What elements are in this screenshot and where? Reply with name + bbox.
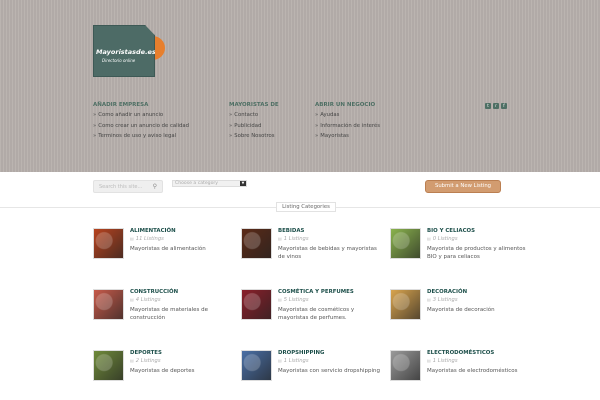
category-title[interactable]: DECORACIÓN xyxy=(427,289,467,295)
category-title[interactable]: COSMÉTICA Y PERFUMES xyxy=(278,289,354,295)
category-description: Mayoristas de alimentación xyxy=(130,246,206,252)
category-title[interactable]: DEPORTES xyxy=(130,350,162,356)
nav-link[interactable]: Como añadir un anuncio xyxy=(93,112,189,123)
category-thumbnail[interactable] xyxy=(93,289,124,320)
nav-link[interactable]: Como crear un anuncio de calidad xyxy=(93,123,189,134)
category-count: 1 Listings xyxy=(278,358,309,364)
nav-link[interactable]: Terminos de uso y aviso legal xyxy=(93,133,189,144)
category-thumbnail[interactable] xyxy=(390,228,421,259)
category-count: 3 Listings xyxy=(427,297,458,303)
category-title[interactable]: DROPSHIPPING xyxy=(278,350,324,356)
nav-link[interactable]: Publicidad xyxy=(229,123,279,134)
search-box: ⚲ xyxy=(93,180,163,193)
nav-heading: MAYORISTAS DE xyxy=(229,102,279,108)
section-title: Listing Categories xyxy=(276,202,336,212)
category-count: 11 Listings xyxy=(130,236,164,242)
category-description: Mayoristas de electrodomésticos xyxy=(427,368,518,374)
category-thumbnail[interactable] xyxy=(390,350,421,381)
category-title[interactable]: ELECTRODOMÉSTICOS xyxy=(427,350,494,356)
category-count: 5 Listings xyxy=(278,297,309,303)
nav-link[interactable]: Sobre Nosotros xyxy=(229,133,279,144)
logo-title: Mayoristasde.es xyxy=(96,48,156,56)
category-thumbnail[interactable] xyxy=(241,350,272,381)
logo-subtitle: Directorio online xyxy=(102,58,136,63)
category-title[interactable]: ALIMENTACIÓN xyxy=(130,228,176,234)
category-title[interactable]: BIO Y CELIACOS xyxy=(427,228,475,234)
rss-icon[interactable]: r xyxy=(493,103,499,109)
category-item[interactable]: CONSTRUCCIÓN 4 Listings Mayoristas de mate… xyxy=(93,289,233,339)
nav-heading: ABRIR UN NEGOCIO xyxy=(315,102,376,108)
category-description: Mayoristas de bebidas y mayoristas de vi… xyxy=(278,246,377,260)
submit-listing-button[interactable]: Submit a New Listing xyxy=(425,180,501,193)
category-item[interactable]: ELECTRODOMÉSTICOS 1 Listings Mayoristas de… xyxy=(390,350,530,400)
category-description: Mayorista de productos y alimentos BIO y… xyxy=(427,246,526,260)
nav-link[interactable]: Contacto xyxy=(229,112,279,123)
category-title[interactable]: BEBIDAS xyxy=(278,228,304,234)
category-item[interactable]: COSMÉTICA Y PERFUMES 5 Listings Mayoristas… xyxy=(241,289,381,339)
category-description: Mayoristas de cosméticos y mayoristas de… xyxy=(278,307,355,321)
category-item[interactable]: BEBIDAS 1 Listings Mayoristas de bebidas y… xyxy=(241,228,381,278)
category-title[interactable]: CONSTRUCCIÓN xyxy=(130,289,178,295)
category-description: Mayorista de decoración xyxy=(427,307,495,313)
category-item[interactable]: DECORACIÓN 3 Listings Mayorista de decorac… xyxy=(390,289,530,339)
nav-column-negocio: ABRIR UN NEGOCIO Ayudas Información de i… xyxy=(315,102,380,144)
category-thumbnail[interactable] xyxy=(390,289,421,320)
search-input[interactable] xyxy=(94,181,146,192)
thumbnail-image xyxy=(391,351,420,380)
category-item[interactable]: DROPSHIPPING 1 Listings Mayoristas con ser… xyxy=(241,350,381,400)
category-description: Mayoristas de deportes xyxy=(130,368,195,374)
category-count: 2 Listings xyxy=(130,358,161,364)
thumbnail-image xyxy=(94,351,123,380)
nav-link[interactable]: Información de interés xyxy=(315,123,380,134)
nav-column-anadir: AÑADIR EMPRESA Como añadir un anuncio Co… xyxy=(93,102,189,144)
category-count: 0 Listings xyxy=(427,236,458,242)
thumbnail-image xyxy=(391,290,420,319)
category-select[interactable]: Choose a category ▼ xyxy=(172,180,247,187)
nav-column-mayoristas: MAYORISTAS DE Contacto Publicidad Sobre … xyxy=(229,102,279,144)
chevron-down-icon: ▼ xyxy=(240,181,246,186)
category-thumbnail[interactable] xyxy=(241,289,272,320)
category-count: 1 Listings xyxy=(278,236,309,242)
category-select-value: Choose a category xyxy=(175,181,218,186)
category-description: Mayoristas con servicio dropshipping xyxy=(278,368,380,374)
category-description: Mayoristas de materiales de construcción xyxy=(130,307,208,321)
nav-heading: AÑADIR EMPRESA xyxy=(93,102,149,108)
thumbnail-image xyxy=(242,229,271,258)
category-item[interactable]: ALIMENTACIÓN 11 Listings Mayoristas de ali… xyxy=(93,228,233,278)
thumbnail-image xyxy=(94,229,123,258)
site-header: Mayoristasde.es Directorio online AÑADIR… xyxy=(0,0,600,172)
site-logo[interactable]: Mayoristasde.es Directorio online xyxy=(93,25,155,77)
category-item[interactable]: DEPORTES 2 Listings Mayoristas de deportes xyxy=(93,350,233,400)
thumbnail-image xyxy=(242,351,271,380)
facebook-icon[interactable]: f xyxy=(501,103,507,109)
category-count: 1 Listings xyxy=(427,358,458,364)
category-item[interactable]: BIO Y CELIACOS 0 Listings Mayorista de pro… xyxy=(390,228,530,278)
twitter-icon[interactable]: t xyxy=(485,103,491,109)
thumbnail-image xyxy=(242,290,271,319)
thumbnail-image xyxy=(391,229,420,258)
category-thumbnail[interactable] xyxy=(241,228,272,259)
category-thumbnail[interactable] xyxy=(93,350,124,381)
search-icon[interactable]: ⚲ xyxy=(153,183,157,190)
nav-link[interactable]: Ayudas xyxy=(315,112,380,123)
category-count: 4 Listings xyxy=(130,297,161,303)
category-thumbnail[interactable] xyxy=(93,228,124,259)
nav-link[interactable]: Mayoristas xyxy=(315,133,380,144)
thumbnail-image xyxy=(94,290,123,319)
